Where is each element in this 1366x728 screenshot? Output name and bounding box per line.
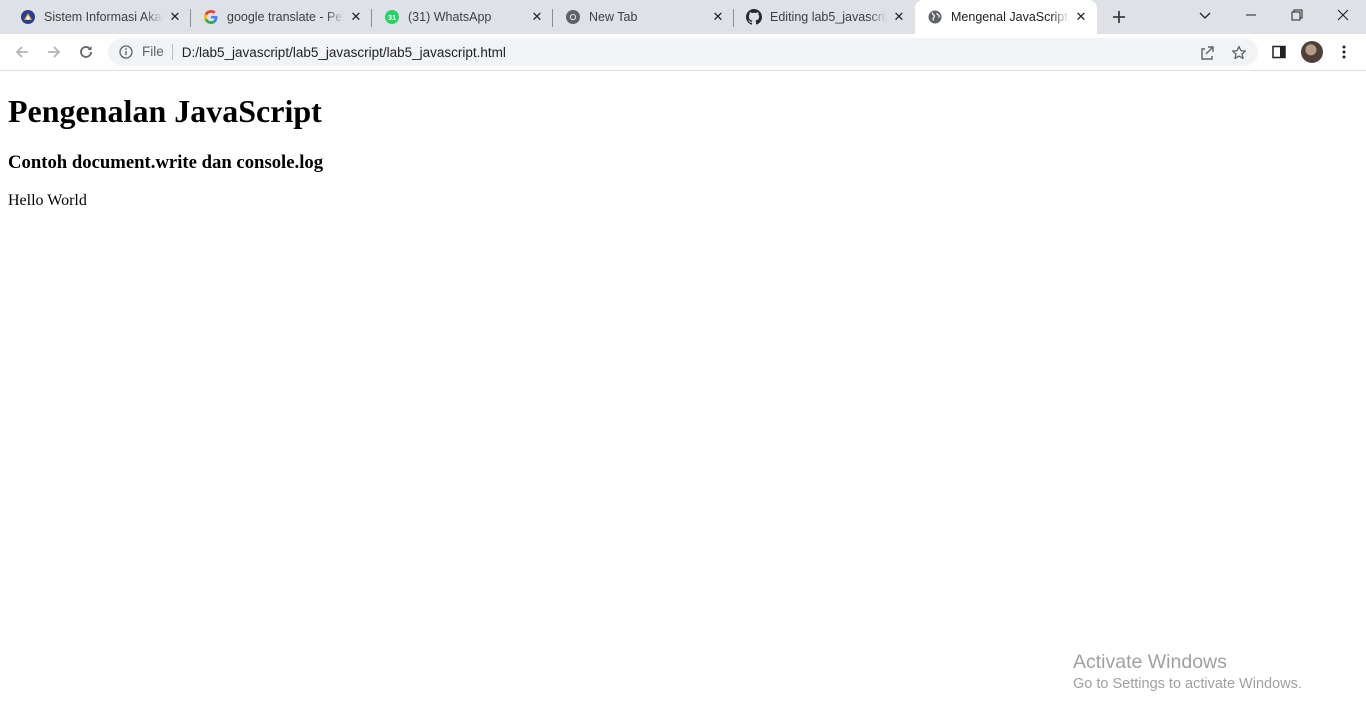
forward-button[interactable] xyxy=(42,40,66,64)
watermark-title: Activate Windows xyxy=(1073,651,1227,673)
close-window-button[interactable] xyxy=(1320,0,1366,30)
tab-strip: Sistem Informasi Akad ✕ google translate… xyxy=(0,0,1366,34)
tab-github-editing[interactable]: Editing lab5_javascript ✕ xyxy=(734,0,915,34)
close-tab-icon[interactable]: ✕ xyxy=(891,9,907,25)
arrow-left-icon xyxy=(15,46,28,58)
page-content: Pengenalan JavaScript Contoh document.wr… xyxy=(0,71,1366,728)
tab-title: New Tab xyxy=(589,10,638,24)
page-heading: Pengenalan JavaScript xyxy=(8,93,322,129)
kebab-menu-icon xyxy=(1342,45,1346,59)
url-text[interactable]: D:/lab5_javascript/lab5_javascript/lab5_… xyxy=(182,45,506,60)
tab-title: Sistem Informasi Akad xyxy=(44,10,163,24)
close-tab-icon[interactable]: ✕ xyxy=(1073,9,1089,25)
address-bar[interactable]: File D:/lab5_javascript/lab5_javascript/… xyxy=(108,38,1258,66)
close-tab-icon[interactable]: ✕ xyxy=(167,9,183,25)
tab-mengenal-javascript[interactable]: Mengenal JavaScript ✕ xyxy=(915,0,1097,34)
tab-search-button[interactable] xyxy=(1182,0,1228,30)
chrome-icon xyxy=(565,9,581,25)
close-tab-icon[interactable]: ✕ xyxy=(529,9,545,25)
close-tab-icon[interactable]: ✕ xyxy=(710,9,726,25)
browser-toolbar: File D:/lab5_javascript/lab5_javascript/… xyxy=(0,34,1366,71)
tab-whatsapp[interactable]: 31 (31) WhatsApp ✕ xyxy=(372,0,553,34)
info-icon[interactable] xyxy=(118,44,134,60)
chevron-down-icon xyxy=(1199,12,1211,19)
tab-title: (31) WhatsApp xyxy=(408,10,492,24)
tab-sistem-informasi[interactable]: Sistem Informasi Akad ✕ xyxy=(0,0,191,34)
close-tab-icon[interactable]: ✕ xyxy=(348,9,364,25)
tab-google-translate[interactable]: google translate - Pen ✕ xyxy=(191,0,372,34)
tab-new-tab[interactable]: New Tab ✕ xyxy=(553,0,734,34)
share-icon[interactable] xyxy=(1198,44,1216,62)
tab-title: Editing lab5_javascript xyxy=(770,10,887,24)
plus-icon xyxy=(1113,11,1125,23)
minimize-button[interactable] xyxy=(1228,0,1274,30)
reload-icon xyxy=(80,46,92,58)
hello-world-text: Hello World xyxy=(8,192,87,209)
profile-avatar[interactable] xyxy=(1301,41,1323,63)
bookmark-star-icon[interactable] xyxy=(1230,44,1248,62)
watermark-subtitle: Go to Settings to activate Windows. xyxy=(1073,676,1302,692)
restore-icon xyxy=(1291,9,1303,21)
side-panel-button[interactable] xyxy=(1267,40,1291,64)
whatsapp-icon: 31 xyxy=(384,9,400,25)
restore-button[interactable] xyxy=(1274,0,1320,30)
arrow-right-icon xyxy=(48,46,61,58)
reload-button[interactable] xyxy=(74,40,98,64)
minimize-icon xyxy=(1246,14,1256,16)
page-subheading: Contoh document.write dan console.log xyxy=(8,152,324,173)
activate-windows-watermark: Activate Windows Go to Settings to activ… xyxy=(1073,650,1302,694)
whatsapp-badge: 31 xyxy=(388,13,396,22)
close-icon xyxy=(1337,9,1349,21)
menu-button[interactable] xyxy=(1332,40,1356,64)
security-chip-label[interactable]: File xyxy=(142,44,173,60)
globe-icon xyxy=(927,9,943,25)
tab-title: google translate - Pen xyxy=(227,10,344,24)
new-tab-button[interactable] xyxy=(1108,6,1130,28)
google-g-icon xyxy=(203,9,219,25)
university-logo-icon xyxy=(20,9,36,25)
back-button[interactable] xyxy=(10,40,34,64)
github-icon xyxy=(746,9,762,25)
side-panel-icon xyxy=(1272,45,1286,59)
tab-title: Mengenal JavaScript xyxy=(951,10,1068,24)
